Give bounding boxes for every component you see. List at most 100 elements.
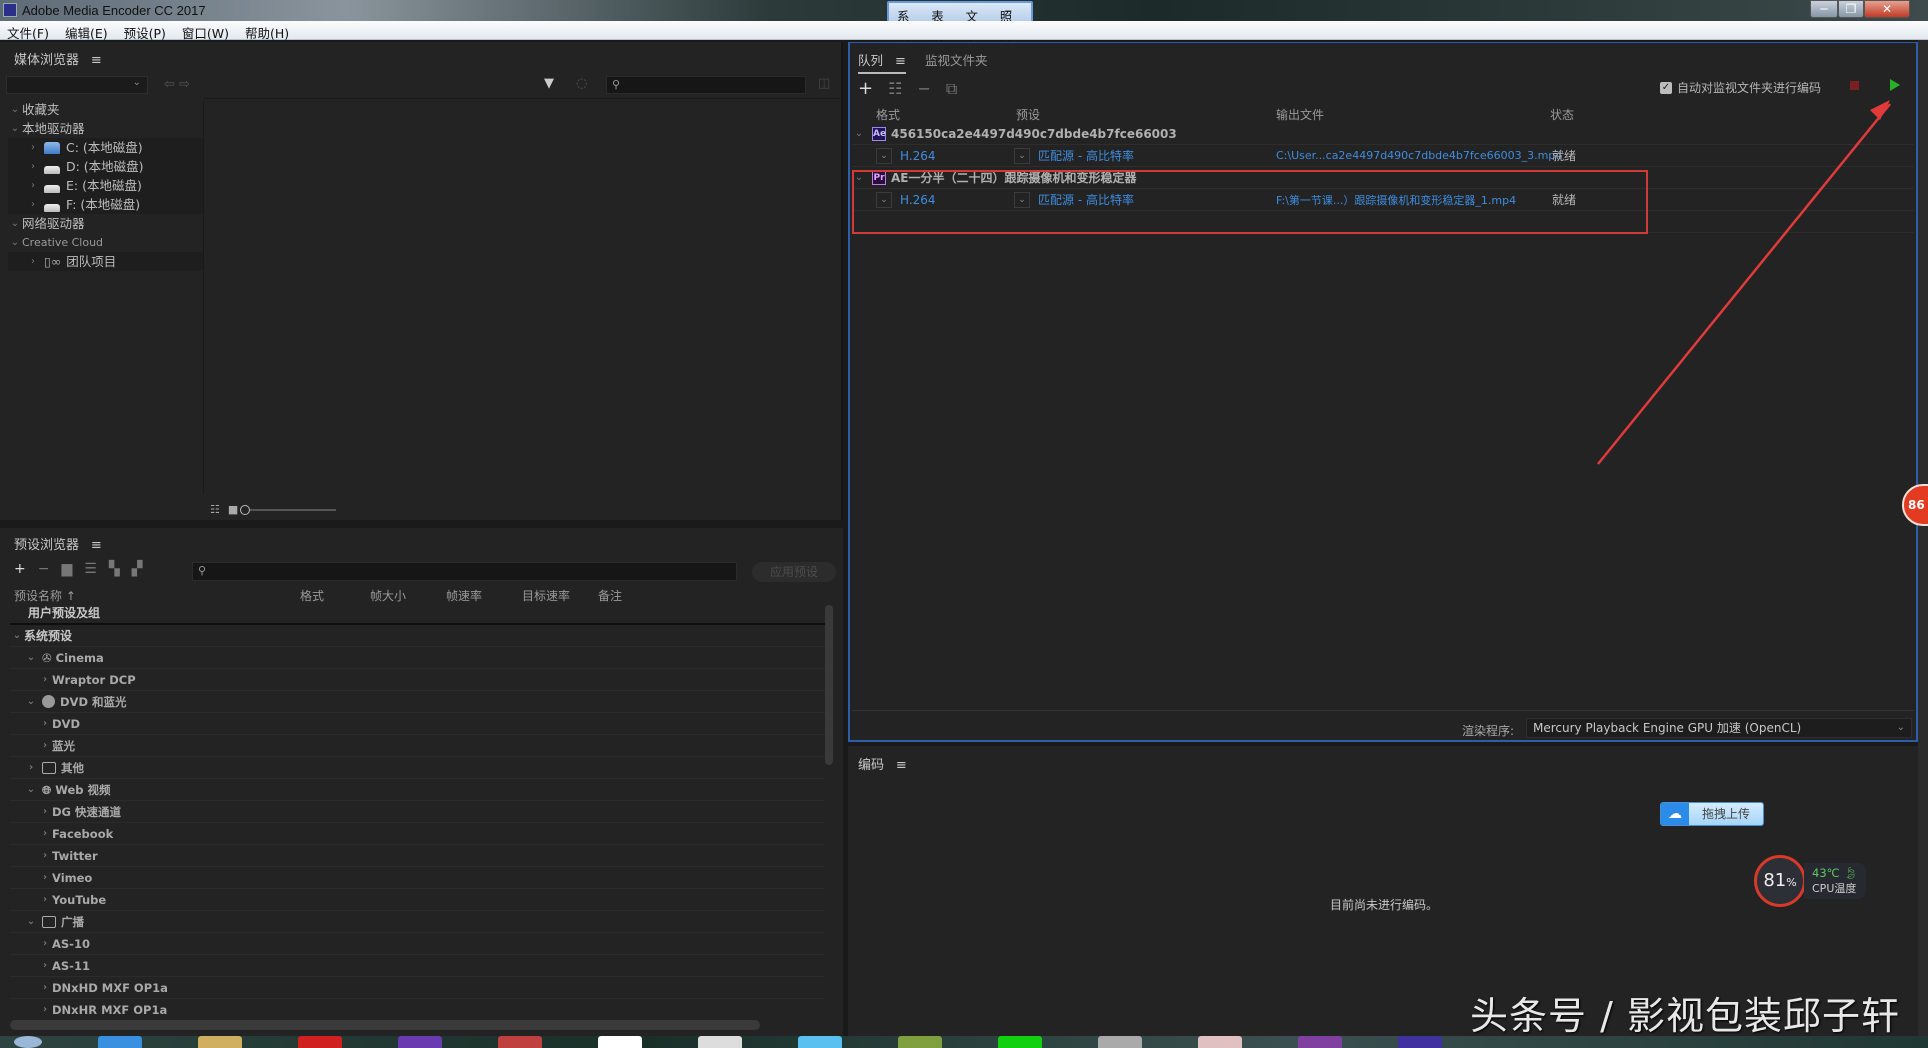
remove-icon[interactable]: − — [917, 79, 930, 98]
vertical-scrollbar[interactable] — [825, 605, 833, 765]
new-group-icon[interactable]: ▆ — [61, 561, 72, 577]
menu-window[interactable]: 窗口(W) — [182, 23, 229, 41]
start-button[interactable] — [14, 1036, 42, 1048]
preset-settings-icon[interactable]: ☷ — [888, 79, 902, 98]
list-view-icon[interactable]: ☷ — [210, 503, 220, 516]
import-preset-icon[interactable]: ▚ — [109, 561, 120, 577]
tree-item-creative-cloud[interactable]: ⌄ Creative Cloud — [8, 233, 203, 252]
chevron-down-icon[interactable]: ⌄ — [24, 779, 38, 801]
chevron-right-icon[interactable]: › — [26, 195, 40, 214]
preset-group-user[interactable]: 用户预设及组 — [10, 603, 825, 625]
format-dropdown[interactable]: ⌄ — [876, 147, 892, 164]
chevron-right-icon[interactable]: › — [26, 252, 40, 271]
preset-search-input[interactable] — [192, 562, 737, 581]
preset-item[interactable]: › DG 快速通道 — [10, 801, 825, 823]
taskbar-app[interactable] — [398, 1036, 442, 1048]
ime-item-photo[interactable]: 照片 — [1000, 6, 1023, 43]
output-file-link[interactable]: C:\User...ca2e4497d490c7dbde4b7fce66003_… — [1276, 149, 1562, 162]
chevron-right-icon[interactable]: › — [38, 713, 52, 735]
preset-category-other[interactable]: › 其他 — [10, 757, 825, 779]
chevron-down-icon[interactable]: ⌄ — [10, 625, 24, 647]
remove-preset-icon[interactable]: − — [38, 561, 50, 577]
col-output-file[interactable]: 输出文件 — [1276, 106, 1324, 123]
chevron-down-icon[interactable]: ⌄ — [8, 119, 22, 138]
preset-item[interactable]: › Wraptor DCP — [10, 669, 825, 691]
chevron-right-icon[interactable]: › — [26, 157, 40, 176]
add-preset-icon[interactable]: + — [14, 561, 26, 577]
preset-item[interactable]: › AS-11 — [10, 955, 825, 977]
taskbar-app[interactable] — [898, 1036, 942, 1048]
menu-edit[interactable]: 编辑(E) — [65, 23, 108, 41]
taskbar-app[interactable] — [598, 1036, 642, 1048]
chevron-right-icon[interactable]: › — [38, 933, 52, 955]
preset-settings-icon[interactable]: ☰ — [84, 561, 97, 577]
preset-category-cinema[interactable]: ⌄ ✇ Cinema — [10, 647, 825, 669]
tree-item-network-drives[interactable]: ⌄ 网络驱动器 — [8, 214, 203, 233]
chevron-right-icon[interactable]: › — [24, 757, 38, 779]
chevron-right-icon[interactable]: › — [38, 955, 52, 977]
taskbar-app[interactable] — [1198, 1036, 1242, 1048]
chevron-down-icon[interactable]: ⌄ — [8, 100, 22, 119]
preset-category-broadcast[interactable]: ⌄ 广播 — [10, 911, 825, 933]
taskbar-app[interactable] — [998, 1036, 1042, 1048]
panel-menu-icon[interactable]: ≡ — [895, 54, 906, 69]
preset-item[interactable]: › YouTube — [10, 889, 825, 911]
preset-item[interactable]: › AS-10 — [10, 933, 825, 955]
location-dropdown[interactable]: ⌄ — [6, 76, 148, 94]
thumbnail-view-icon[interactable]: ■ — [228, 503, 238, 516]
taskbar-app[interactable] — [698, 1036, 742, 1048]
preset-group-system[interactable]: ⌄ 系统预设 — [10, 625, 825, 647]
chevron-down-icon[interactable]: ⌄ — [8, 233, 22, 252]
filter-icon[interactable]: ▼ — [544, 76, 554, 91]
col-format[interactable]: 格式 — [300, 587, 324, 604]
media-search-input[interactable] — [606, 76, 806, 94]
preset-dropdown[interactable]: ⌄ — [1014, 147, 1030, 164]
tab-watch-folders[interactable]: 监视文件夹 — [925, 50, 988, 69]
apply-preset-button[interactable]: 应用预设 — [752, 562, 836, 582]
panel-menu-icon[interactable]: ≡ — [91, 538, 102, 553]
stop-queue-button[interactable] — [1850, 81, 1859, 90]
ime-item-text[interactable]: 文字 — [966, 6, 989, 43]
chevron-down-icon[interactable]: ⌄ — [852, 128, 866, 139]
preset-item[interactable]: › 蓝光 — [10, 735, 825, 757]
add-source-icon[interactable]: + — [858, 78, 873, 99]
tree-item-drive-c[interactable]: › C: (本地磁盘) — [8, 138, 203, 157]
tree-item-drive-d[interactable]: › D: (本地磁盘) — [8, 157, 203, 176]
duplicate-icon[interactable]: ⧉ — [946, 79, 957, 99]
taskbar-app[interactable] — [498, 1036, 542, 1048]
taskbar-app[interactable] — [198, 1036, 242, 1048]
preset-item[interactable]: › DNxHR MXF OP1a — [10, 999, 825, 1019]
chevron-down-icon[interactable]: ⌄ — [24, 647, 38, 669]
chevron-right-icon[interactable]: › — [38, 845, 52, 867]
thumbnail-size-slider[interactable] — [240, 504, 337, 515]
preset-item[interactable]: › Facebook — [10, 823, 825, 845]
taskbar-app[interactable] — [298, 1036, 342, 1048]
col-target-rate[interactable]: 目标速率 — [522, 587, 570, 604]
preset-link[interactable]: 匹配源 - 高比特率 — [1038, 147, 1276, 164]
chevron-right-icon[interactable]: › — [38, 867, 52, 889]
preset-item[interactable]: › DNxHD MXF OP1a — [10, 977, 825, 999]
menu-preset[interactable]: 预设(P) — [124, 23, 166, 41]
taskbar-app[interactable] — [798, 1036, 842, 1048]
cpu-monitor-widget[interactable]: 81% 43℃ 🍃︎ CPU温度 — [1754, 855, 1866, 907]
col-frame-rate[interactable]: 帧速率 — [446, 587, 482, 604]
chevron-right-icon[interactable]: › — [38, 823, 52, 845]
tree-item-favorites[interactable]: ⌄ 收藏夹 — [8, 100, 203, 119]
col-comment[interactable]: 备注 — [598, 587, 622, 604]
panel-menu-icon[interactable]: ≡ — [896, 758, 907, 773]
export-preset-icon[interactable]: ▞ — [132, 561, 143, 577]
chevron-right-icon[interactable]: › — [38, 977, 52, 999]
chevron-down-icon[interactable]: ⌄ — [24, 691, 38, 713]
tree-item-team-projects[interactable]: › ▯∞ 团队项目 — [8, 252, 203, 271]
tree-item-local-drives[interactable]: ⌄ 本地驱动器 — [8, 119, 203, 138]
chevron-down-icon[interactable]: ⌄ — [24, 911, 38, 933]
chevron-right-icon[interactable]: › — [38, 801, 52, 823]
view-icon[interactable]: ◌ — [576, 76, 587, 91]
ime-item-emoji[interactable]: 表情 — [931, 6, 954, 43]
start-queue-button[interactable] — [1890, 79, 1900, 91]
minimize-button[interactable]: ─ — [1810, 0, 1838, 18]
taskbar-app[interactable] — [1098, 1036, 1142, 1048]
chevron-right-icon[interactable]: › — [26, 138, 40, 157]
preview-icon[interactable]: ◫ — [818, 76, 830, 91]
panel-menu-icon[interactable]: ≡ — [91, 53, 102, 68]
